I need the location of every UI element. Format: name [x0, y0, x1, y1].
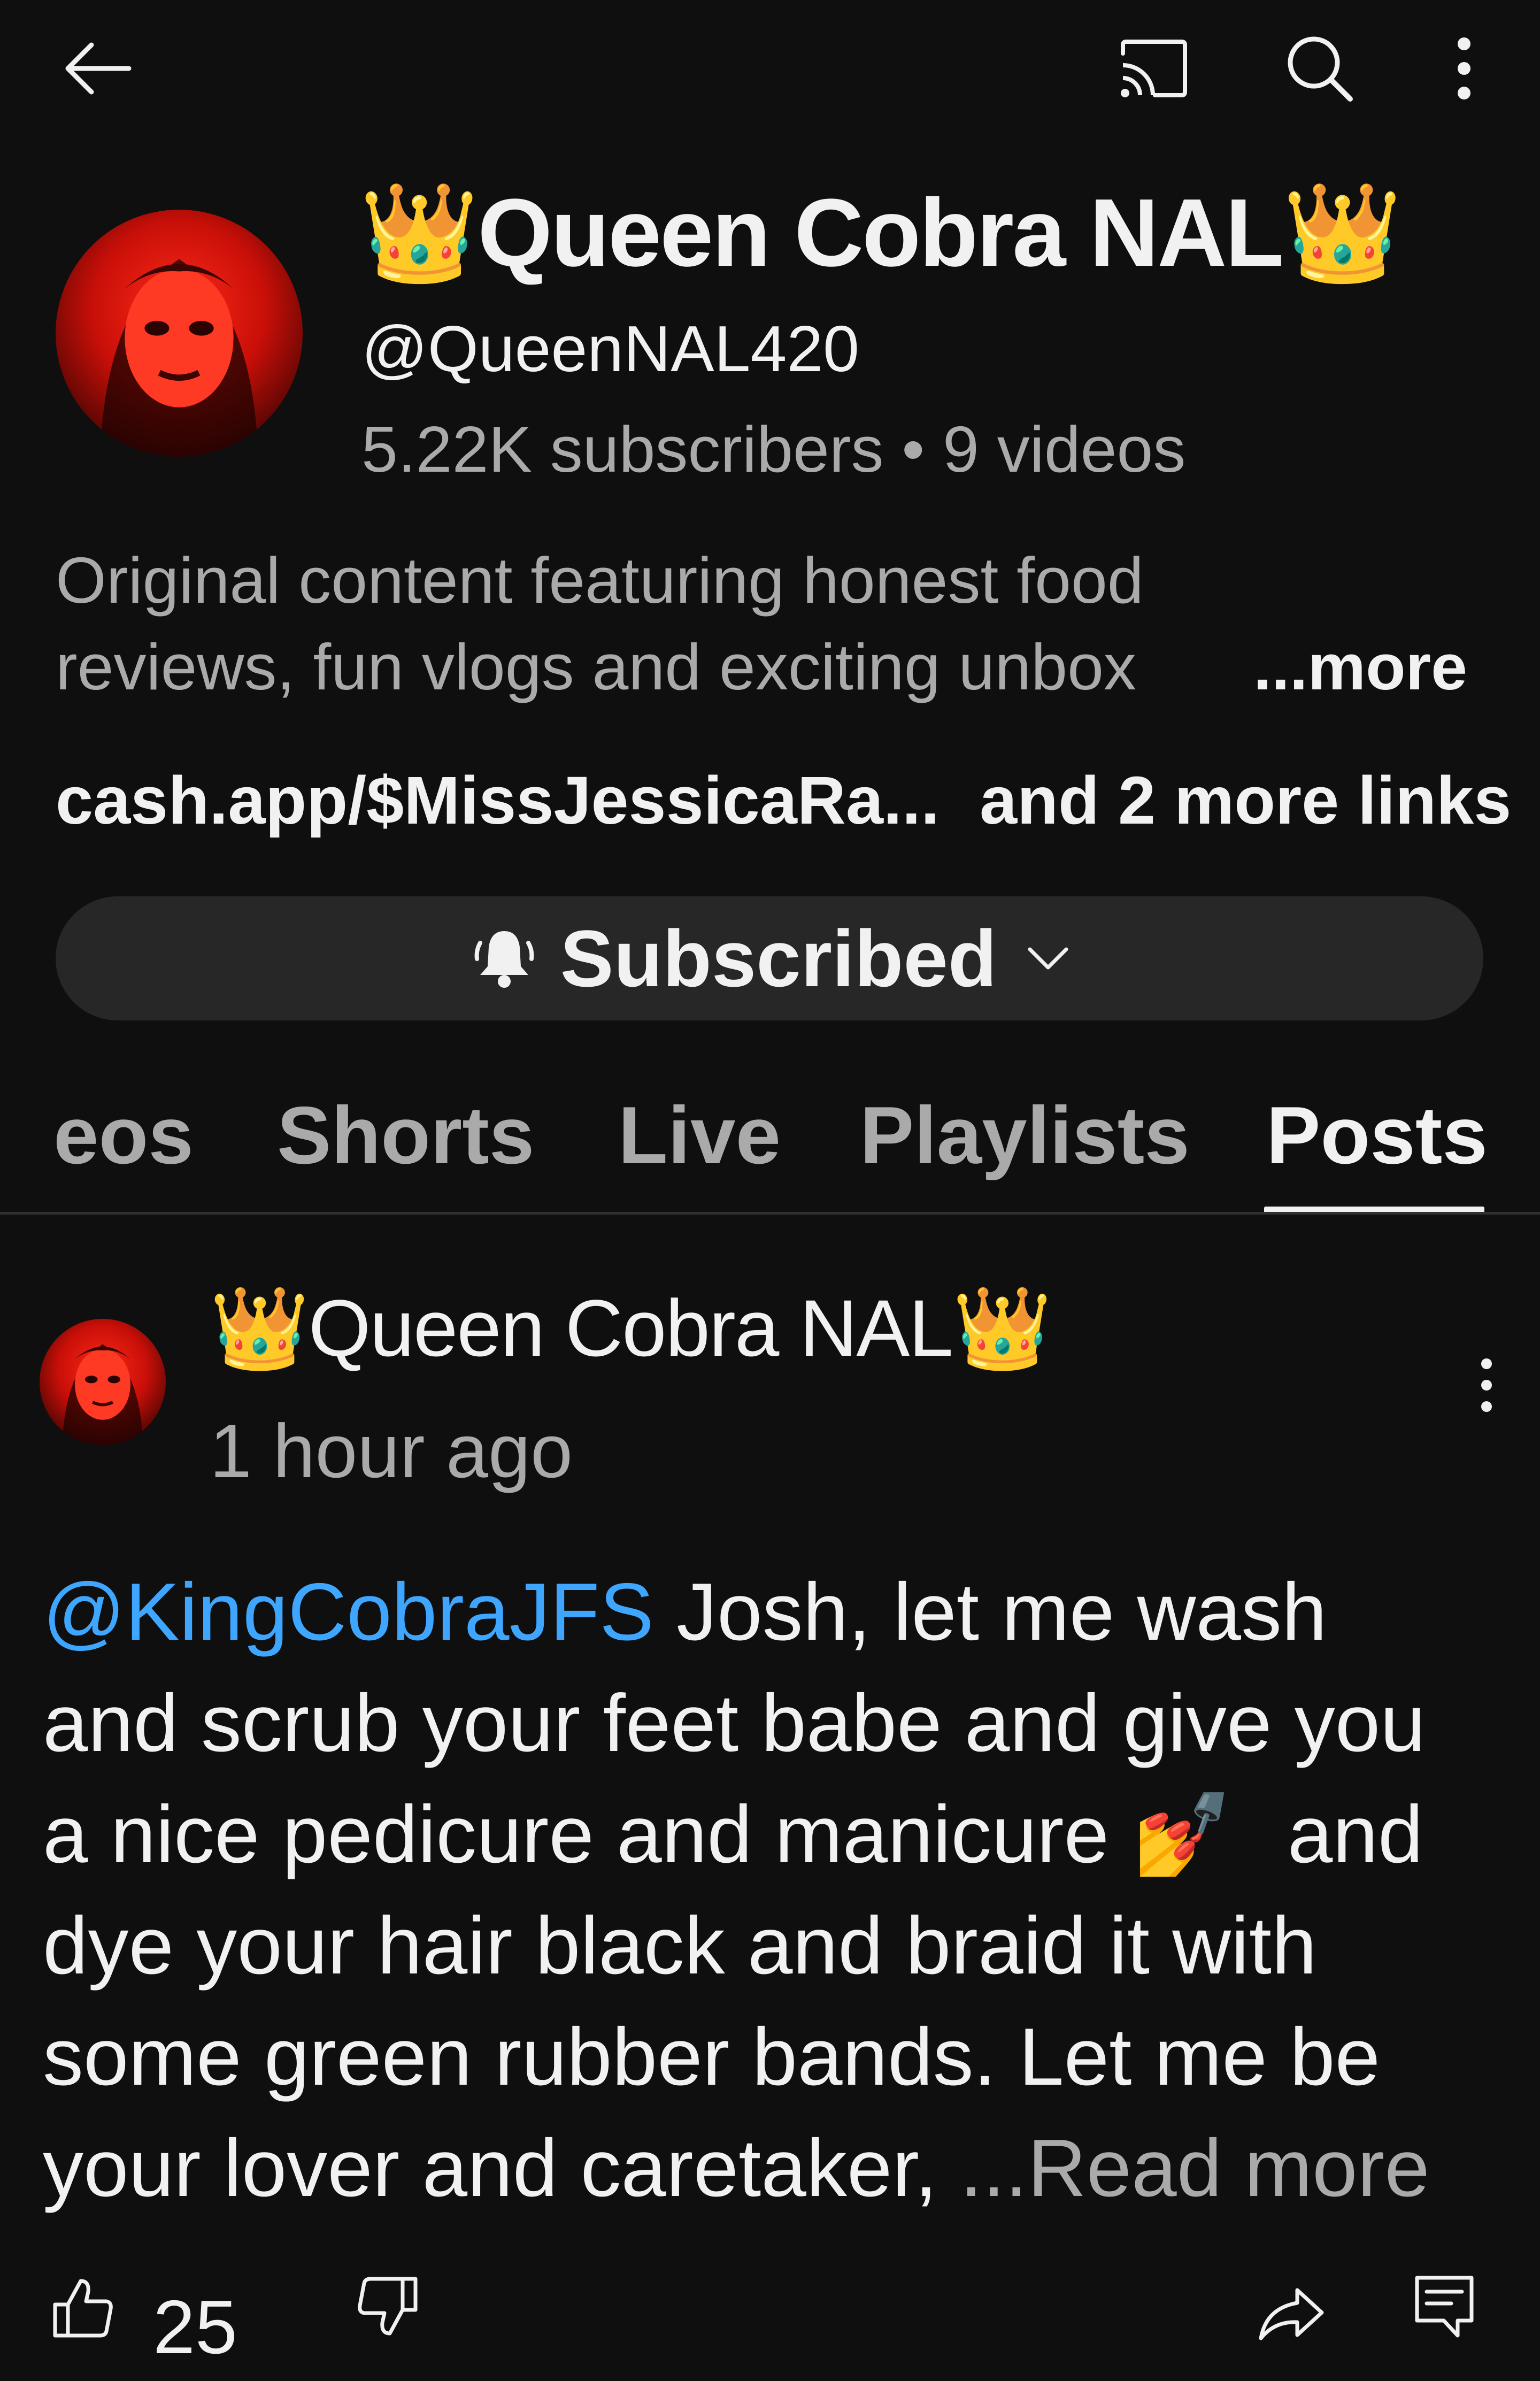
- channel-link-primary[interactable]: cash.app/$MissJessicaRa...: [56, 763, 940, 838]
- tab-shorts[interactable]: Shorts: [277, 1089, 534, 1182]
- search-button[interactable]: [1273, 21, 1367, 116]
- subscribed-button[interactable]: Subscribed: [56, 896, 1483, 1020]
- read-more-link[interactable]: ...Read more: [960, 2123, 1430, 2214]
- channel-title: 👑Queen Cobra NAL👑: [359, 176, 1402, 289]
- thumbs-down-icon: [358, 2277, 418, 2336]
- crown-emoji: 👑: [952, 1283, 1052, 1373]
- channel-name-text: Queen Cobra NAL: [478, 179, 1284, 287]
- share-icon: [1259, 2288, 1324, 2340]
- post-body: @KingCobraJFS Josh, let me wash and scru…: [43, 1556, 1497, 2224]
- description-line-text: reviews, fun vlogs and exciting unbox: [56, 631, 1136, 703]
- post-text: dye your hair black and braid it with: [43, 1900, 1317, 1991]
- bell-ringing-icon: [474, 931, 534, 988]
- like-button[interactable]: [43, 2268, 123, 2348]
- post-text: your lover and caretaker,: [43, 2123, 960, 2214]
- more-options-button[interactable]: [1417, 21, 1511, 116]
- share-button[interactable]: [1251, 2274, 1331, 2354]
- comment-icon: [1415, 2276, 1474, 2338]
- post-text: a nice pedicure and manicure: [43, 1789, 1132, 1880]
- back-button[interactable]: [51, 21, 145, 116]
- tab-playlists[interactable]: Playlists: [860, 1089, 1190, 1182]
- cast-icon: [1121, 40, 1187, 97]
- nail-polish-emoji: 💅: [1131, 1789, 1233, 1880]
- description-more-link[interactable]: ...more: [1237, 624, 1467, 710]
- post-mention-link[interactable]: @KingCobraJFS: [43, 1566, 654, 1657]
- arrow-left-icon: [65, 42, 132, 95]
- post-text: Josh, let me wash: [653, 1566, 1327, 1657]
- crown-emoji: 👑: [359, 179, 479, 287]
- chevron-down-icon: [1028, 947, 1068, 970]
- cast-button[interactable]: [1107, 21, 1201, 116]
- dislike-button[interactable]: [348, 2267, 428, 2347]
- tab-posts[interactable]: Posts: [1266, 1089, 1488, 1182]
- more-vertical-icon: [1458, 37, 1470, 99]
- channel-handle: @QueenNAL420: [361, 312, 860, 385]
- avatar-portrait-icon: [100, 259, 258, 457]
- avatar-portrait-icon: [62, 1344, 143, 1445]
- channel-link-more[interactable]: and 2 more links: [980, 763, 1511, 838]
- crown-emoji: 👑: [210, 1283, 310, 1373]
- thumbs-up-icon: [53, 2279, 113, 2338]
- description-line: Original content featuring honest food: [56, 544, 1144, 617]
- subscribed-label: Subscribed: [560, 913, 997, 1003]
- channel-description[interactable]: Original content featuring honest food r…: [56, 537, 1467, 710]
- crown-emoji: 👑: [1282, 179, 1402, 287]
- post-author-text: Queen Cobra NAL: [308, 1283, 953, 1373]
- post-author-name[interactable]: 👑Queen Cobra NAL👑: [210, 1281, 1052, 1376]
- tab-videos[interactable]: eos: [53, 1089, 194, 1182]
- post-menu-button[interactable]: [1454, 1348, 1519, 1423]
- comments-button[interactable]: [1404, 2267, 1484, 2347]
- channel-avatar[interactable]: [56, 210, 303, 457]
- post-text: and: [1265, 1789, 1423, 1880]
- more-vertical-icon: [1481, 1358, 1492, 1412]
- channel-stats: 5.22K subscribers • 9 videos: [361, 413, 1186, 486]
- search-icon: [1288, 36, 1353, 102]
- tab-live[interactable]: Live: [618, 1089, 781, 1182]
- description-line: reviews, fun vlogs and exciting unbox ..…: [56, 624, 1467, 710]
- channel-tabs: eos Shorts Live Playlists Posts: [0, 1075, 1540, 1215]
- post-text: and scrub your feet babe and give you: [43, 1678, 1426, 1769]
- tabs-divider: [0, 1212, 1540, 1215]
- post-author-avatar[interactable]: [40, 1319, 166, 1445]
- channel-links[interactable]: cash.app/$MissJessicaRa... and 2 more li…: [56, 762, 1511, 839]
- post-text: some green rubber bands. Let me be: [43, 2011, 1381, 2102]
- post-timestamp: 1 hour ago: [210, 1409, 573, 1494]
- like-count: 25: [153, 2285, 237, 2370]
